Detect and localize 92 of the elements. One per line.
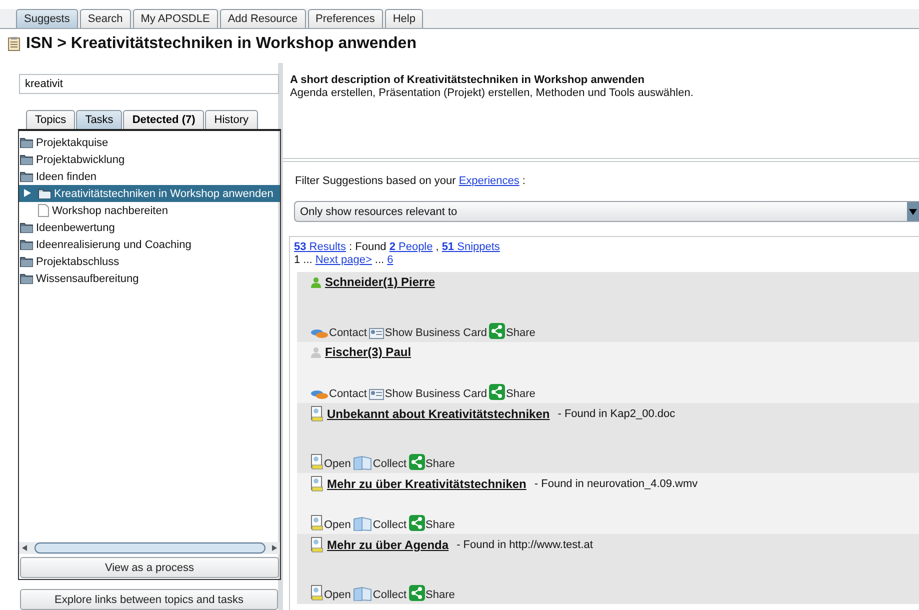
open-link[interactable]: Open xyxy=(311,515,351,531)
contact-link[interactable]: Contact xyxy=(311,388,367,400)
collect-link[interactable]: Collect xyxy=(352,517,407,531)
document-icon xyxy=(311,537,323,553)
description-heading: A short description of Kreativitätstechniken in Workshop anwenden xyxy=(290,74,646,86)
folder-icon xyxy=(20,273,33,284)
next-page-link[interactable]: Next page> xyxy=(315,254,372,267)
tree-item[interactable]: Projektabwicklung xyxy=(19,151,280,168)
filter-dropdown[interactable]: Only show resources relevant to xyxy=(294,201,919,222)
result-title-link[interactable]: Unbekannt about Kreativitätstechniken xyxy=(327,407,554,421)
open-link[interactable]: Open xyxy=(311,585,351,601)
document-icon xyxy=(311,515,323,531)
tab[interactable]: Add Resource xyxy=(220,9,306,28)
folder-icon xyxy=(20,171,33,182)
filter-label: Filter Suggestions based on your xyxy=(295,175,456,187)
share-link[interactable]: Share xyxy=(408,454,455,470)
tree-item[interactable]: Ideenbewertung xyxy=(19,219,280,236)
page-link[interactable]: 6 xyxy=(387,254,394,267)
book-icon xyxy=(352,587,372,601)
share-icon xyxy=(489,323,506,339)
chat-icon xyxy=(311,329,328,339)
results-link[interactable]: 53 Results xyxy=(294,241,346,254)
tab[interactable]: Topics xyxy=(26,110,76,129)
tab[interactable]: Preferences xyxy=(308,9,383,28)
description-text: Agenda erstellen, Präsentation (Projekt) erstellen, Methoden und Tools auswählen. xyxy=(290,87,694,99)
share-link[interactable]: Share xyxy=(489,384,536,400)
experiences-link[interactable]: Experiences xyxy=(458,175,520,187)
share-link[interactable]: Share xyxy=(408,585,455,601)
search-field[interactable]: kreativit xyxy=(19,74,279,94)
folder-icon xyxy=(20,256,33,267)
document-icon xyxy=(311,476,323,492)
snippets-link[interactable]: 51 Snippets xyxy=(442,241,500,254)
document-icon xyxy=(38,204,49,217)
share-link[interactable]: Share xyxy=(408,515,455,531)
share-icon xyxy=(489,384,506,400)
share-icon xyxy=(408,454,425,470)
tree-item[interactable]: Projektakquise xyxy=(19,134,280,151)
result-source: - Found in neurovation_4.09.wmv xyxy=(534,478,698,490)
tree-item[interactable]: Projektabschluss xyxy=(19,253,280,270)
found-text: : Found xyxy=(349,241,386,254)
collapsed-arrow-icon[interactable] xyxy=(24,188,31,196)
view-process-button[interactable]: View as a process xyxy=(20,557,279,578)
clipboard-icon xyxy=(8,37,20,51)
document-icon xyxy=(311,585,323,601)
business-card-icon xyxy=(368,389,384,400)
tab[interactable]: Suggests xyxy=(16,9,78,28)
folder-icon xyxy=(38,188,51,199)
card-link[interactable]: Show Business Card xyxy=(368,388,488,400)
tab[interactable]: Search xyxy=(80,9,131,28)
contact-link[interactable]: Contact xyxy=(311,327,367,339)
tab[interactable]: Tasks xyxy=(76,110,122,129)
people-link[interactable]: 2 People xyxy=(389,241,433,254)
share-icon xyxy=(408,515,425,531)
tree-item[interactable]: Kreativitätstechniken in Workshop anwenden xyxy=(19,185,280,202)
collect-link[interactable]: Collect xyxy=(352,587,407,601)
result-source: - Found in http://www.test.at xyxy=(456,539,593,551)
book-icon xyxy=(352,517,372,531)
folder-icon xyxy=(20,154,33,165)
document-icon xyxy=(311,454,323,470)
share-link[interactable]: Share xyxy=(489,323,536,339)
folder-icon xyxy=(20,222,33,233)
explore-links-button[interactable]: Explore links between topics and tasks xyxy=(20,589,278,610)
open-link[interactable]: Open xyxy=(311,454,351,470)
document-icon xyxy=(311,406,323,422)
folder-icon xyxy=(20,137,33,148)
page-text: 1 ... xyxy=(294,254,312,267)
folder-icon xyxy=(20,239,33,250)
tree-item[interactable]: Ideenrealisierung und Coaching xyxy=(19,236,280,253)
separator-text: , xyxy=(436,241,439,254)
tab[interactable]: Detected (7) xyxy=(123,110,204,129)
tab[interactable]: My APOSDLE xyxy=(132,9,218,28)
chat-icon xyxy=(311,390,328,400)
tree-item[interactable]: Workshop nachbereiten xyxy=(19,202,280,219)
result-source: - Found in Kap2_00.doc xyxy=(558,408,676,420)
page-title: ISN > Kreativitätstechniken in Workshop anwenden xyxy=(26,35,416,53)
business-card-icon xyxy=(368,328,384,339)
horizontal-scrollbar[interactable] xyxy=(19,542,280,554)
card-link[interactable]: Show Business Card xyxy=(368,327,488,339)
share-icon xyxy=(408,585,425,601)
tree-item[interactable]: Ideen finden xyxy=(19,168,280,185)
tab[interactable]: History xyxy=(205,110,258,129)
ellipsis-text: ... xyxy=(374,254,384,267)
collect-link[interactable]: Collect xyxy=(352,456,407,470)
result-title-link[interactable]: Mehr zu über Kreativitätstechniken xyxy=(327,477,530,491)
dropdown-arrow-icon xyxy=(909,208,917,214)
result-title-link[interactable]: Schneider(1) Pierre xyxy=(325,275,440,289)
tab[interactable]: Help xyxy=(384,9,424,28)
tree-item[interactable]: Wissensaufbereitung xyxy=(19,270,280,287)
colon-text: : xyxy=(522,175,526,187)
result-title-link[interactable]: Mehr zu über Agenda xyxy=(327,538,453,552)
result-title-link[interactable]: Fischer(3) Paul xyxy=(325,345,416,359)
book-icon xyxy=(352,456,372,470)
